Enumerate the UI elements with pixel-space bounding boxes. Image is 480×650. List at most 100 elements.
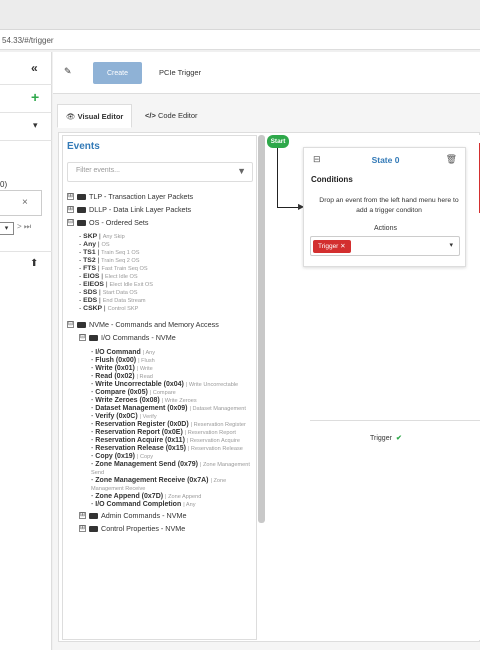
event-item[interactable]: - EDS | End Data Stream — [67, 297, 256, 305]
tab-code-editor[interactable]: </> Code Editor — [137, 104, 206, 128]
expand-icon[interactable]: ⊞ — [79, 512, 86, 519]
collapse-tree-icon[interactable]: ⊟ — [67, 219, 74, 226]
next-icon[interactable]: > ⏭ — [17, 222, 31, 232]
event-name: FTS — [83, 265, 96, 272]
trash-icon[interactable]: 🗑 — [446, 154, 457, 165]
event-group-dllp[interactable]: ⊞ DLLP - Data Link Layer Packets — [67, 203, 256, 216]
event-item[interactable]: - Reservation Report (0x0E) | Reservatio… — [67, 429, 256, 437]
drop-zone-text[interactable]: Drop an event from the left hand menu he… — [314, 196, 464, 216]
conditions-label: Conditions — [311, 175, 353, 184]
event-desc: Control SKP — [107, 306, 139, 312]
event-item[interactable]: - Zone Management Send (0x79) | Zone Man… — [67, 461, 256, 477]
address-bar[interactable]: 54.33/#/trigger — [0, 30, 480, 50]
folder-icon — [77, 206, 86, 213]
remove-icon[interactable]: ✕ — [340, 243, 345, 250]
check-icon: ✔ — [396, 435, 402, 442]
collapse-tree-icon[interactable]: ⊟ — [67, 321, 74, 328]
event-item[interactable]: - Compare (0x05) | Compare — [67, 389, 256, 397]
left-panel-input[interactable]: × — [0, 190, 42, 216]
event-name: Write Uncorrectable (0x04) — [95, 381, 184, 388]
tab-code-editor-label: Code Editor — [157, 111, 198, 120]
event-name: Reservation Release (0x15) — [95, 445, 186, 452]
event-group-control[interactable]: ⊞ Control Properties - NVMe — [67, 522, 256, 535]
event-item[interactable]: - CSKP | Control SKP — [67, 305, 256, 313]
actions-select[interactable]: Trigger ✕ ▾ — [310, 236, 460, 256]
event-group-nvme[interactable]: ⊟ NVMe - Commands and Memory Access — [67, 318, 256, 331]
event-item[interactable]: - Zone Append (0x7D) | Zone Append — [67, 493, 256, 501]
trigger-action-badge[interactable]: Trigger ✕ — [313, 240, 351, 253]
collapse-icon[interactable]: « — [31, 61, 38, 75]
event-desc: | Write Zeroes — [161, 398, 197, 404]
start-node: Start — [267, 135, 289, 148]
pencil-icon[interactable]: ✎ — [64, 66, 72, 77]
event-group-io[interactable]: ⊟ I/O Commands - NVMe — [67, 331, 256, 344]
event-item[interactable]: - I/O Command | Any — [67, 349, 256, 357]
event-item[interactable]: - Write Uncorrectable (0x04) | Write Unc… — [67, 381, 256, 389]
event-item[interactable]: - Verify (0x0C) | Verify — [67, 413, 256, 421]
event-name: I/O Command — [95, 349, 141, 356]
io-events-list: - I/O Command | Any - Flush (0x00) | Flus… — [67, 349, 256, 509]
event-group-tlp[interactable]: ⊞ TLP - Transaction Layer Packets — [67, 190, 256, 203]
event-group-os[interactable]: ⊟ OS - Ordered Sets — [67, 216, 256, 229]
left-panel-select[interactable]: ▾ — [0, 222, 14, 235]
event-item[interactable]: - Zone Management Receive (0x7A) | Zone … — [67, 477, 256, 493]
add-icon[interactable]: + — [31, 89, 39, 105]
event-item[interactable]: - EIEOS | Elect Idle Exit OS — [67, 281, 256, 289]
event-item[interactable]: - FTS | Fast Train Seq OS — [67, 265, 256, 273]
chevron-down-icon[interactable]: ▾ — [449, 241, 453, 249]
event-desc: | Zone Append — [165, 494, 202, 500]
event-item[interactable]: - TS1 | Train Seq 1 OS — [67, 249, 256, 257]
event-item[interactable]: - Reservation Acquire (0x11) | Reservati… — [67, 437, 256, 445]
event-desc: Start Data OS — [102, 290, 138, 296]
event-name: Zone Management Receive (0x7A) — [95, 477, 209, 484]
event-item[interactable]: - SKP | Any Skip — [67, 233, 256, 241]
event-name: Zone Append (0x7D) — [95, 493, 164, 500]
event-item[interactable]: - Reservation Release (0x15) | Reservati… — [67, 445, 256, 453]
events-tree: ⊞ TLP - Transaction Layer Packets ⊞ DLLP -… — [67, 190, 256, 535]
event-group-admin[interactable]: ⊞ Admin Commands - NVMe — [67, 509, 256, 522]
event-name: TS1 — [83, 249, 96, 256]
filter-events-input[interactable]: Filter events... ▼ — [67, 162, 253, 182]
event-item[interactable]: - Write Zeroes (0x08) | Write Zeroes — [67, 397, 256, 405]
event-item[interactable]: - Dataset Management (0x09) | Dataset Ma… — [67, 405, 256, 413]
event-item[interactable]: - Any | OS — [67, 241, 256, 249]
event-group-label: DLLP - Data Link Layer Packets — [89, 205, 192, 214]
event-desc: | Compare — [149, 390, 176, 396]
upload-icon[interactable]: ⬆ — [30, 258, 38, 269]
left-panel-select-row[interactable]: ▾ — [0, 113, 52, 141]
filter-icon[interactable]: ▼ — [237, 166, 246, 176]
event-name: Reservation Report (0x0E) — [95, 429, 183, 436]
expand-icon[interactable]: ⊞ — [67, 193, 74, 200]
event-name: Read (0x02) — [95, 373, 135, 380]
expand-icon[interactable]: ⊞ — [67, 206, 74, 213]
event-desc: Elect Idle Exit OS — [109, 282, 154, 288]
event-item[interactable]: - TS2 | Train Seq 2 OS — [67, 257, 256, 265]
event-item[interactable]: - I/O Command Completion | Any — [67, 501, 256, 509]
create-button[interactable]: Create — [93, 62, 142, 84]
folder-icon — [89, 512, 98, 519]
event-item[interactable]: - Read (0x02) | Read — [67, 373, 256, 381]
trigger-action-label: Trigger — [318, 243, 339, 250]
event-item[interactable]: - Copy (0x19) | Copy — [67, 453, 256, 461]
tab-visual-editor[interactable]: 👁 Visual Editor — [57, 104, 133, 128]
left-panel-value: 0) — [0, 180, 8, 189]
left-panel: « + ▾ 0) × ▾ > ⏭ ⬆ — [0, 52, 52, 650]
event-item[interactable]: - Flush (0x00) | Flush — [67, 357, 256, 365]
trigger-label: Trigger — [370, 435, 392, 442]
chevron-down-icon[interactable]: ▾ — [33, 120, 38, 131]
event-name: Flush (0x00) — [95, 357, 137, 364]
event-name: Verify (0x0C) — [95, 413, 138, 420]
event-item[interactable]: - SDS | Start Data OS — [67, 289, 256, 297]
event-item[interactable]: - Write (0x01) | Write — [67, 365, 256, 373]
collapse-tree-icon[interactable]: ⊟ — [79, 334, 86, 341]
expand-icon[interactable]: ⊞ — [79, 525, 86, 532]
event-name: Copy (0x19) — [95, 453, 135, 460]
state-card[interactable]: ⊟ State 0 🗑 Conditions Drop an event fro… — [303, 147, 466, 267]
event-desc: | Copy — [136, 454, 153, 460]
close-icon[interactable]: × — [22, 197, 28, 208]
events-scrollbar[interactable] — [258, 135, 265, 523]
event-name: SDS — [83, 289, 98, 296]
event-item[interactable]: - EIOS | Elect Idle OS — [67, 273, 256, 281]
event-name: Any — [83, 241, 96, 248]
event-item[interactable]: - Reservation Register (0x0D) | Reservat… — [67, 421, 256, 429]
